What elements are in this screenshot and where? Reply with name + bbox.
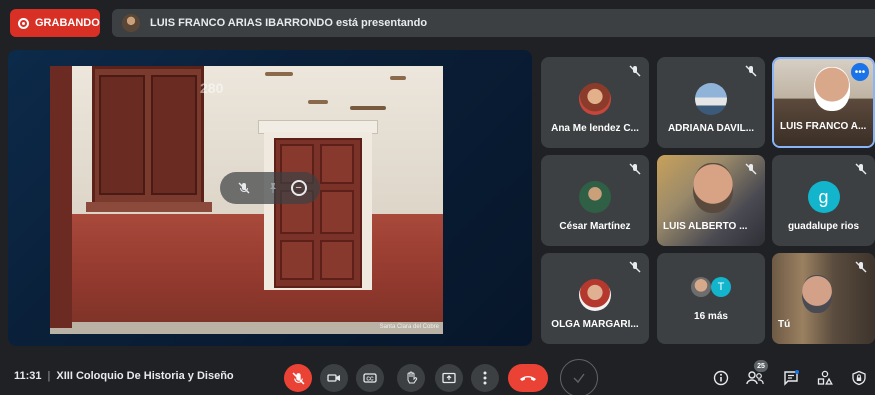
participant-name: OLGA MARGARI... [551,319,639,330]
meeting-info: 11:31 | XIII Coloquio De Historia y Dise… [14,370,234,382]
more-participants-label: 16 más [694,311,728,322]
participant-name: LUIS FRANCO A... [780,121,867,132]
mic-off-icon [629,163,641,175]
meeting-title: XIII Coloquio De Historia y Diseño [56,370,234,382]
presenting-banner: LUIS FRANCO ARIAS IBARRONDO está present… [112,9,875,37]
door [274,138,362,288]
participant-face [693,163,733,213]
meeting-separator: | [47,370,51,382]
check-icon [573,373,585,384]
photo-watermark: 280 [200,80,224,96]
more-vert-icon [483,371,487,385]
host-controls-button[interactable] [849,368,869,388]
participant-face [814,67,850,111]
left-post [50,66,72,328]
photo-caption: Santa Clara del Cobre [379,324,439,330]
participant-tile[interactable]: g guadalupe rios [772,155,875,246]
meeting-details-button[interactable] [711,368,731,388]
wall-crack [308,100,328,104]
participant-avatar [691,277,711,297]
self-face [802,275,832,313]
participant-avatar [695,83,727,115]
participant-avatar-letter: g [807,181,840,213]
mic-off-icon [855,163,867,175]
participant-tile[interactable]: ••• LUIS FRANCO A... [772,57,875,148]
recording-badge[interactable]: GRABANDO [10,9,100,37]
mic-off-icon [292,372,304,384]
activities-button[interactable] [815,368,835,388]
leave-call-button[interactable] [508,364,548,392]
presenting-text: LUIS FRANCO ARIAS IBARRONDO está present… [150,17,428,29]
mic-off-icon [855,261,867,273]
window-sill [86,202,212,212]
participant-avatar [579,83,611,115]
meeting-time: 11:31 [14,370,42,382]
captions-icon: CC [363,373,377,383]
door-panel [320,190,354,234]
door-panel [320,144,354,184]
presentation-overlay-controls: − [220,172,320,204]
presenter-avatar [122,14,140,32]
window-pane-left [99,75,145,195]
participant-name: guadalupe rios [787,221,860,232]
wall-crack [390,76,406,80]
participant-tile[interactable]: ADRIANA DAVIL... [657,57,765,148]
participant-tile[interactable]: Ana Me lendez C... [541,57,649,148]
hand-icon [407,371,417,384]
participant-tile[interactable]: LUIS ALBERTO ... [657,155,765,246]
participant-tile[interactable]: César Martínez [541,155,649,246]
present-screen-button[interactable] [435,364,463,392]
captions-button[interactable]: CC [356,364,384,392]
mic-off-icon [629,65,641,77]
participant-tile[interactable]: OLGA MARGARI... [541,253,649,344]
window-frame [92,66,204,206]
more-participants-tile[interactable]: T 16 más [657,253,765,344]
raise-hand-button[interactable] [397,364,425,392]
mic-toggle-button[interactable] [284,364,312,392]
wall-crack [265,72,293,76]
mic-off-icon [629,261,641,273]
chat-icon [784,370,799,386]
participant-name: ADRIANA DAVIL... [667,123,755,134]
chat-button[interactable] [781,368,801,388]
door-panel [320,240,354,280]
shapes-icon [817,370,833,385]
people-icon [746,371,764,385]
self-tile[interactable]: Tú [772,253,875,344]
wall-crack [350,106,386,110]
door-panel [280,240,314,280]
mic-off-icon [745,65,757,77]
present-icon [442,372,456,384]
remove-icon[interactable]: − [290,180,307,196]
camera-toggle-button[interactable] [320,364,348,392]
mic-off-icon[interactable] [233,177,255,199]
info-icon [713,370,729,386]
participant-avatar [579,181,611,213]
record-icon [18,17,29,29]
participant-count-badge: 25 [754,360,768,372]
camera-icon [327,374,340,382]
participant-name: LUIS ALBERTO ... [663,221,748,232]
participant-avatar-letter: T [711,277,731,297]
shield-lock-icon [852,370,866,386]
svg-text:CC: CC [366,376,374,382]
window-pane-right [151,75,197,195]
pin-icon[interactable] [262,177,284,199]
more-options-button[interactable] [471,364,499,392]
meet-window: GRABANDO LUIS FRANCO ARIAS IBARRONDO est… [0,0,875,395]
participant-avatar [579,279,611,311]
more-options-icon[interactable]: ••• [851,63,869,81]
participants-button[interactable]: 25 [745,360,768,388]
self-name: Tú [778,319,791,330]
mic-off-icon [745,163,757,175]
hangup-icon [520,376,536,381]
wall-lower [50,214,443,324]
presentation-area[interactable]: 280 Santa Clara del Cobre − [8,50,532,346]
bottom-bar: 11:31 | XIII Coloquio De Historia y Dise… [0,356,875,395]
recording-label: GRABANDO [35,17,100,29]
reaction-button[interactable] [560,359,598,395]
participant-name: César Martínez [559,221,631,232]
participant-name: Ana Me lendez C... [551,123,639,134]
